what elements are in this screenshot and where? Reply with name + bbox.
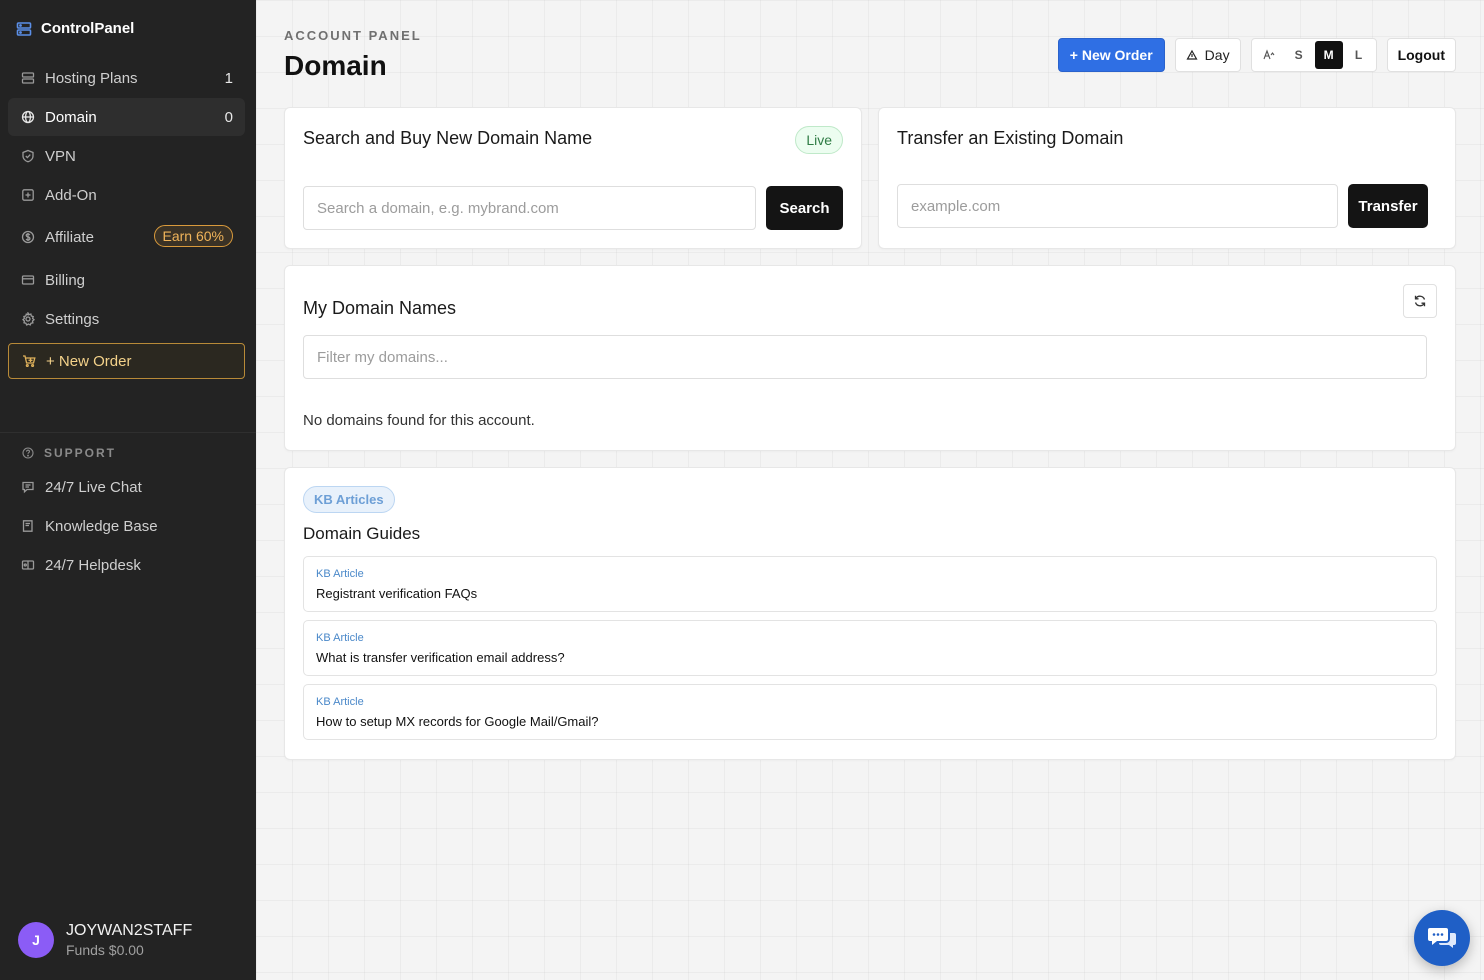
text-size-large-button[interactable]: L <box>1345 41 1373 69</box>
theme-toggle-button[interactable]: Day <box>1174 38 1241 72</box>
kb-title: Domain Guides <box>303 524 421 543</box>
sidebar-item-add-on[interactable]: Add-On <box>8 176 245 214</box>
status-badge: Live <box>795 126 843 154</box>
theme-label: Day <box>1204 47 1230 63</box>
sidebar-nav: Hosting Plans 1 Domain 0 VPN Add-On Affi… <box>8 59 245 339</box>
sidebar-item-vpn[interactable]: VPN <box>8 137 245 175</box>
server-icon <box>21 71 35 85</box>
kb-article-item[interactable]: KB Article What is transfer verification… <box>303 620 1437 676</box>
live-chat-button[interactable] <box>1414 910 1470 966</box>
page-eyebrow: ACCOUNT PANEL <box>284 28 422 43</box>
item-count: 1 <box>224 69 233 87</box>
sidebar-item-label: Add-On <box>45 186 97 204</box>
my-domains-title: My Domain Names <box>303 298 457 318</box>
sidebar-item-label: Affiliate <box>45 228 94 246</box>
text-size-small-button[interactable]: S <box>1285 41 1313 69</box>
server-stack-icon <box>16 21 32 37</box>
top-toolbar: + New Order Day S M L Logout <box>1057 38 1456 72</box>
sidebar-item-label: Billing <box>45 271 86 289</box>
sidebar-item-label: Settings <box>45 310 100 328</box>
credit-card-icon <box>21 273 35 287</box>
help-circle-icon <box>22 447 34 459</box>
dollar-icon <box>21 230 35 244</box>
avatar: J <box>18 922 54 958</box>
refresh-icon <box>1413 294 1427 308</box>
sidebar-item-hosting-plans[interactable]: Hosting Plans 1 <box>8 59 245 97</box>
sidebar-item-settings[interactable]: Settings <box>8 300 245 338</box>
support-item-label: 24/7 Live Chat <box>45 478 142 496</box>
page-title: Domain <box>284 50 387 81</box>
filter-domains-input[interactable] <box>303 335 1427 379</box>
shield-icon <box>21 149 35 163</box>
support-item-label: 24/7 Helpdesk <box>45 556 141 574</box>
support-item-label: Knowledge Base <box>45 517 158 535</box>
text-size-medium-button[interactable]: M <box>1314 41 1343 69</box>
kb-article-list: KB Article Registrant verification FAQs … <box>303 556 1437 748</box>
globe-icon <box>21 110 35 124</box>
cart-icon <box>22 354 36 368</box>
support-heading-label: SUPPORT <box>44 446 117 460</box>
user-info: JOYWAN2STAFF Funds $0.00 <box>66 921 192 959</box>
kb-article-title: What is transfer verification email addr… <box>316 650 565 665</box>
support-item-helpdesk[interactable]: 24/7 Helpdesk <box>8 546 245 584</box>
text-size-icon <box>1255 41 1283 69</box>
sidebar-item-affiliate[interactable]: Affiliate Earn 60% <box>8 215 245 259</box>
my-domains-card: My Domain Names No domains found for thi… <box>284 265 1456 451</box>
main-content: ACCOUNT PANEL Domain + New Order Day S M… <box>256 0 1484 980</box>
domain-search-input[interactable] <box>303 186 756 230</box>
sidebar-item-label: Domain <box>45 108 97 126</box>
transfer-card-title: Transfer an Existing Domain <box>897 128 1124 148</box>
kb-article-label: KB Article <box>316 696 364 708</box>
kb-article-title: How to setup MX records for Google Mail/… <box>316 714 599 729</box>
earn-badge: Earn 60% <box>153 225 233 247</box>
item-count: 0 <box>224 108 233 126</box>
support-item-knowledge-base[interactable]: Knowledge Base <box>8 507 245 545</box>
search-card-title: Search and Buy New Domain Name <box>303 128 593 148</box>
user-funds: Funds $0.00 <box>66 942 144 958</box>
logout-button[interactable]: Logout <box>1386 38 1456 72</box>
transfer-button[interactable]: Transfer <box>1348 184 1428 228</box>
support-list: 24/7 Live Chat Knowledge Base 24/7 Helpd… <box>8 468 245 585</box>
plus-square-icon <box>21 188 35 202</box>
kb-articles-card: KB Articles Domain Guides KB Article Reg… <box>284 467 1456 760</box>
chat-icon <box>21 480 35 494</box>
chat-bubbles-icon <box>1426 922 1458 954</box>
search-button[interactable]: Search <box>766 186 843 230</box>
empty-state-text: No domains found for this account. <box>303 412 535 429</box>
gear-icon <box>21 312 35 326</box>
refresh-button[interactable] <box>1403 284 1437 318</box>
sidebar-item-label: Hosting Plans <box>45 69 138 87</box>
support-item-live-chat[interactable]: 24/7 Live Chat <box>8 468 245 506</box>
sidebar: ControlPanel Hosting Plans 1 Domain 0 VP… <box>0 0 256 980</box>
ticket-icon <box>21 558 35 572</box>
text-size-switcher: S M L <box>1250 38 1377 72</box>
sidebar-item-domain[interactable]: Domain 0 <box>8 98 245 136</box>
kb-article-item[interactable]: KB Article Registrant verification FAQs <box>303 556 1437 612</box>
sidebar-item-billing[interactable]: Billing <box>8 261 245 299</box>
sidebar-item-label: VPN <box>45 147 76 165</box>
kb-article-item[interactable]: KB Article How to setup MX records for G… <box>303 684 1437 740</box>
brand-name: ControlPanel <box>41 20 135 37</box>
new-order-button[interactable]: + New Order <box>1057 38 1165 72</box>
sidebar-new-order-button[interactable]: + New Order <box>8 343 245 379</box>
kb-article-label: KB Article <box>316 568 364 580</box>
user-profile[interactable]: J JOYWAN2STAFF Funds $0.00 <box>18 921 192 959</box>
book-icon <box>21 519 35 533</box>
kb-article-title: Registrant verification FAQs <box>316 586 478 601</box>
sidebar-divider <box>0 432 256 433</box>
support-heading: SUPPORT <box>22 446 116 460</box>
search-domain-card: Search and Buy New Domain Name Live Sear… <box>284 107 862 249</box>
user-name: JOYWAN2STAFF <box>66 922 193 939</box>
transfer-domain-input[interactable] <box>897 184 1338 228</box>
new-order-label: + New Order <box>46 352 132 370</box>
transfer-domain-card: Transfer an Existing Domain Transfer <box>878 107 1456 249</box>
sun-horizon-icon <box>1186 49 1198 61</box>
brand[interactable]: ControlPanel <box>16 20 134 37</box>
kb-article-label: KB Article <box>316 632 364 644</box>
kb-chip: KB Articles <box>303 486 395 513</box>
